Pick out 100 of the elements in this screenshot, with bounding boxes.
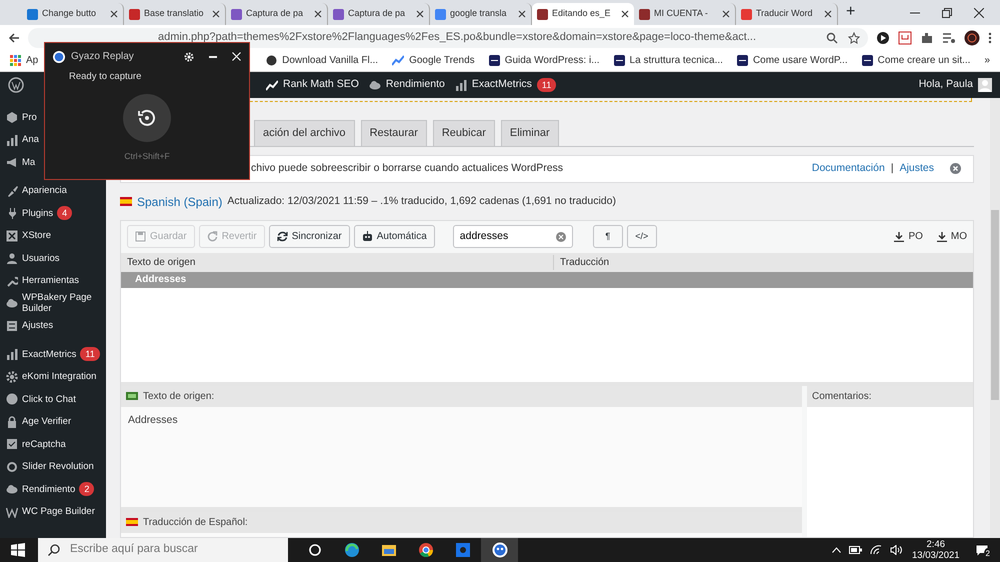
flag-icon [120,197,132,206]
admin-bar-item[interactable]: Rank Math SEO [266,77,359,93]
search-field[interactable]: addresses [460,228,556,244]
avatar-icon[interactable] [964,30,980,46]
media-icon[interactable] [942,30,956,44]
download-icon [894,232,904,242]
scrollbar[interactable] [990,98,1000,538]
bookmark[interactable]: Google Trends [392,53,475,68]
volume-icon[interactable] [890,545,904,555]
close-icon[interactable] [621,10,629,18]
edge-icon [344,542,360,558]
bookmark[interactable]: La struttura tecnica... [614,53,723,68]
sidebar-item[interactable]: Herramientas [0,270,82,292]
search-box[interactable]: addresses [452,225,573,248]
extension-icon[interactable] [876,30,890,44]
bookmark[interactable]: Come creare un sit... [862,53,970,68]
w-logo-icon [6,506,18,518]
back-arrow-icon[interactable] [8,32,20,44]
link[interactable]: Documentación [812,160,885,176]
notice-text: chivo puede sobreescribir o borrarse cuando actualices WordPress [251,160,564,176]
sidebar-item[interactable]: Slider Revolution [0,456,96,478]
sidebar-item[interactable]: WC Page Builder [0,500,97,523]
locale-link[interactable]: Spanish (Spain) [137,192,222,210]
close-icon[interactable] [722,10,730,18]
address-bar[interactable]: admin.php?path=themes%2Fxstore%2Flanguages%2Fes_ES.po&bundle=xstore&domain=xstore&page=loco-theme&act... [28,28,868,48]
restore-icon[interactable] [942,8,952,18]
windows-start-icon[interactable] [11,543,25,557]
chart-icon [266,79,278,91]
link[interactable]: Ajustes [900,160,934,176]
sidebar-item[interactable]: reCaptcha [0,433,68,456]
sidebar-item[interactable]: Rendimiento 2 [0,478,96,500]
close-icon[interactable] [974,8,984,18]
notifications-button[interactable]: 2 [976,540,992,560]
sidebar-item[interactable]: Ma [0,151,38,174]
trend-icon [392,55,404,66]
shortcut-text: Ctrl+Shift+F [123,150,171,163]
robot-icon [362,231,373,242]
column-header: Texto de origen [127,256,196,268]
greeting-text[interactable]: Hola, Paula [918,77,973,93]
admin-bar-item[interactable]: ExactMetrics 11 [454,77,556,93]
close-icon[interactable] [212,10,220,18]
bookmark[interactable]: Come usare WordP... [736,53,848,68]
tab[interactable]: ación del archivo [254,120,355,146]
zoom-icon[interactable] [826,32,838,44]
sidebar-item[interactable]: Ana [0,128,41,151]
user-icon [6,252,18,264]
sidebar-item[interactable]: Ajustes [0,314,56,337]
sidebar-item[interactable]: Usuarios [0,247,62,270]
sidebar-item[interactable]: Age Verifier [0,410,74,433]
battery-icon[interactable] [849,546,862,554]
puzzle-icon[interactable] [920,30,934,44]
sidebar-item[interactable]: eKomi Integration [0,366,98,388]
app-icon [454,542,470,558]
close-icon[interactable] [518,10,526,18]
clear-icon[interactable] [556,232,566,242]
sidebar-item[interactable]: WPBakery Page Builder [0,292,106,314]
wordpress-logo-icon[interactable] [8,77,24,93]
toolbar-button[interactable]: Automática [354,225,435,248]
clock[interactable]: 2:46 13/03/2021 [912,539,960,561]
close-icon[interactable] [824,10,832,18]
sidebar-item[interactable]: Apariencia [0,180,69,202]
checkbox-icon [6,438,18,450]
menu-icon[interactable] [988,32,992,44]
tab[interactable]: Reubicar [432,120,495,146]
format-button[interactable]: ¶ [592,225,623,248]
source-text: Addresses [128,414,178,426]
new-tab-button[interactable]: + [838,0,864,26]
tab[interactable]: Restaurar [360,120,427,146]
toolbar-button[interactable]: Sincronizar [268,225,350,248]
download-link[interactable]: MO [936,229,967,244]
star-icon[interactable] [848,32,860,44]
separator-text: | [890,160,894,176]
sidebar-item[interactable]: Pro [0,106,39,128]
chevron-up-icon[interactable] [832,547,841,553]
bookmark[interactable]: Guida WordPress: i... [488,53,600,68]
close-icon[interactable] [110,10,118,18]
capture-button[interactable] [123,94,171,142]
format-button[interactable]: </> [626,225,657,248]
close-icon[interactable] [314,10,322,18]
sidebar-item[interactable]: Plugins 4 [0,202,74,224]
more-bookmarks-button[interactable]: » [984,53,990,68]
bookmark[interactable]: Ap [10,53,38,68]
flag-icon [126,518,138,526]
tab[interactable]: Eliminar [500,120,559,146]
close-icon[interactable] [416,10,424,18]
wifi-icon[interactable] [870,545,882,555]
sidebar-item[interactable]: Click to Chat [0,388,78,410]
taskbar-search-box[interactable]: Escribe aquí para buscar [38,538,288,562]
browser-tab[interactable]: Editando es_E [532,3,634,25]
download-link[interactable]: PO [894,229,923,244]
sidebar-item[interactable]: XStore [0,224,54,247]
bookmark[interactable]: Download Vanilla Fl... [266,53,378,68]
save-icon [135,231,146,242]
admin-bar-item[interactable]: Rendimiento [368,77,445,93]
lock-icon [6,416,18,428]
count-badge: 11 [536,78,556,92]
gyazo-logo-icon [53,50,65,62]
sidebar-item[interactable]: ExactMetrics 11 [0,343,102,366]
taskbar-search-field[interactable]: Escribe aquí para buscar [68,540,288,560]
taskbar-app[interactable] [481,538,518,562]
